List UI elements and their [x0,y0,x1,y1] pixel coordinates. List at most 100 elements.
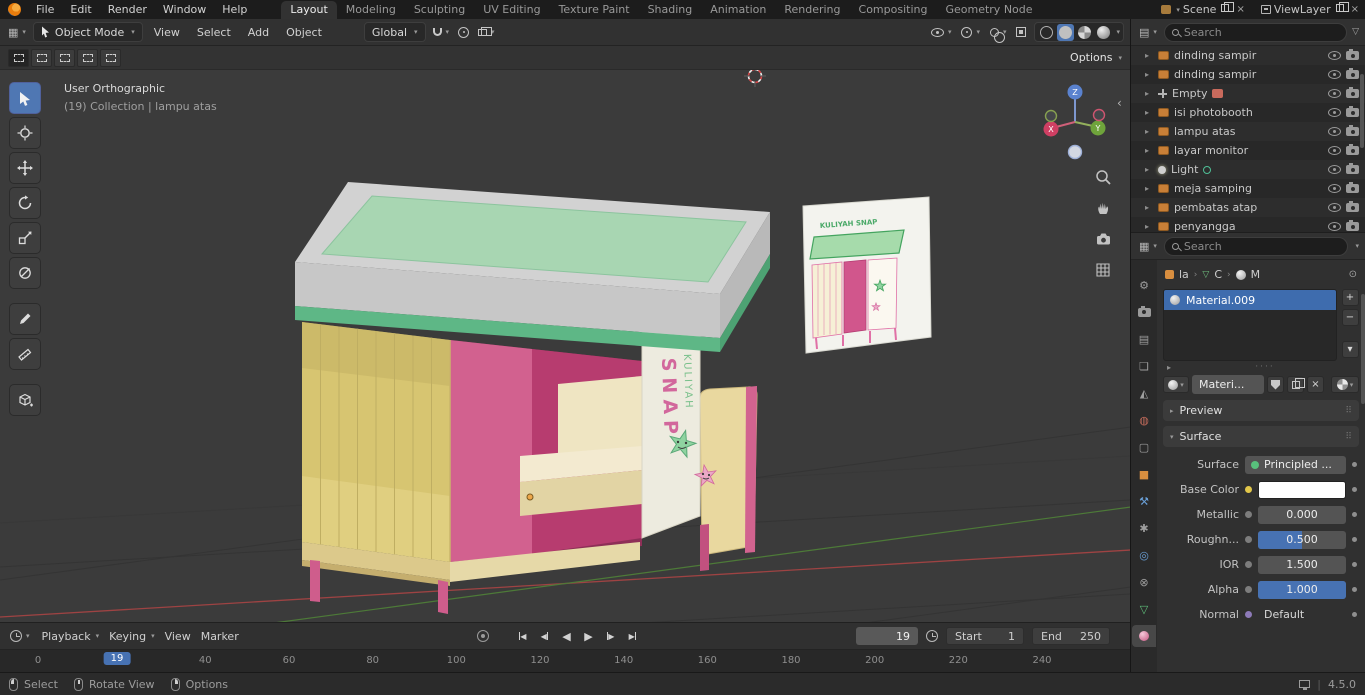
tab-tool[interactable]: ⚙ [1132,274,1156,296]
hide-in-viewport-eye-icon[interactable] [1328,89,1341,98]
remove-viewlayer-button[interactable]: × [1349,4,1361,15]
workspace-tab-compositing[interactable]: Compositing [850,1,937,19]
outliner-row[interactable]: ▸ dinding sampir [1131,65,1365,84]
play-reverse-button[interactable]: ◀ [557,627,576,645]
viewport-3d[interactable]: SNAP KULIYAH KULIYAH SNAP Z X Y Options … [0,46,1130,622]
animate-dot-icon[interactable] [1352,587,1357,592]
disable-in-render-camera-icon[interactable] [1346,125,1359,136]
outliner-row[interactable]: ▸ lampu atas [1131,122,1365,141]
disclosure-triangle-icon[interactable]: ▸ [1145,222,1153,231]
shading-wireframe-button[interactable] [1038,24,1055,41]
scene-icon[interactable] [1161,5,1172,14]
gizmo-x-axis[interactable]: X [1043,121,1059,137]
timeline-marker-menu[interactable]: Marker [201,630,239,643]
navigation-gizmo[interactable]: Z X Y [1043,84,1106,160]
menu-object[interactable]: Object [280,26,328,39]
timeline-editor-type-button[interactable]: ▾ [8,630,32,642]
playhead-current-frame[interactable]: 19 [103,652,131,665]
unlink-scene-button[interactable]: × [1234,4,1246,15]
menu-render[interactable]: Render [100,3,155,16]
disable-in-render-camera-icon[interactable] [1346,144,1359,155]
disclosure-triangle-icon[interactable]: ▸ [1145,70,1153,79]
auto-keying-toggle[interactable] [477,630,489,642]
tab-scene[interactable]: ◭ [1132,382,1156,404]
tab-collection[interactable]: ▢ [1132,436,1156,458]
viewlayer-name[interactable]: ViewLayer [1274,3,1331,16]
tab-material[interactable] [1132,625,1156,647]
tab-particles[interactable]: ✱ [1132,517,1156,539]
tab-constraints[interactable]: ⊗ [1132,571,1156,593]
viewlayer-icon[interactable] [1260,5,1271,14]
outliner-item-label[interactable]: meja samping [1174,182,1252,195]
workspace-tab-animation[interactable]: Animation [701,1,775,19]
zoom-button[interactable] [1090,164,1116,190]
outliner-row[interactable]: ▸ Empty [1131,84,1365,103]
disable-in-render-camera-icon[interactable] [1346,201,1359,212]
outliner-row[interactable]: ▸ meja samping [1131,179,1365,198]
hide-in-viewport-eye-icon[interactable] [1328,165,1341,174]
play-button[interactable]: ▶ [579,627,598,645]
tool-select-box[interactable] [9,82,41,114]
gizmo-minus-x[interactable] [1092,108,1106,122]
viewport-3d-scene[interactable]: SNAP KULIYAH KULIYAH SNAP Z X Y [0,46,1130,622]
editor-type-button[interactable]: ▦ ▾ [6,26,28,39]
surface-shader-field[interactable]: Principled ... [1245,455,1346,474]
tool-scale[interactable] [9,222,41,254]
disable-in-render-camera-icon[interactable] [1346,182,1359,193]
disable-in-render-camera-icon[interactable] [1346,220,1359,231]
keying-menu[interactable]: Keying ▾ [109,630,154,643]
outliner-row[interactable]: ▸ isi photobooth [1131,103,1365,122]
properties-search-input[interactable] [1183,239,1341,253]
shading-options-chevron-icon[interactable]: ▾ [1116,28,1120,36]
menu-help[interactable]: Help [214,3,255,16]
roughness-slider[interactable]: 0.500 [1258,530,1346,549]
tab-render[interactable] [1132,301,1156,323]
hide-in-viewport-eye-icon[interactable] [1328,70,1341,79]
hide-in-viewport-eye-icon[interactable] [1328,184,1341,193]
hide-in-viewport-eye-icon[interactable] [1328,222,1341,231]
slot-specials-button[interactable]: ▾ [1341,341,1359,358]
disable-in-render-camera-icon[interactable] [1346,106,1359,117]
scene-browse-chevron-icon[interactable]: ▾ [1176,6,1180,14]
reference-image-object[interactable]: KULIYAH SNAP [802,196,932,354]
tool-options-dropdown[interactable]: Options ▾ [1070,51,1122,64]
workspace-tab-rendering[interactable]: Rendering [775,1,849,19]
select-mode-invert-button[interactable] [77,48,98,67]
unlink-material-button[interactable]: × [1307,376,1324,393]
disclosure-triangle-icon[interactable]: ▸ [1145,146,1153,155]
outliner-item-label[interactable]: dinding sampir [1174,49,1256,62]
shading-solid-button[interactable] [1057,23,1075,41]
select-mode-subtract-button[interactable] [54,48,75,67]
timeline-ruler[interactable]: 0 20 40 60 80 100 120 140 160 180 200 22… [0,649,1130,672]
tab-modifiers[interactable]: ⚒ [1132,490,1156,512]
show-gizmo-dropdown[interactable]: ▾ [959,26,982,38]
shading-rendered-button[interactable] [1095,24,1112,41]
object-visibility-dropdown[interactable]: ▾ [929,27,954,37]
outliner-item-label[interactable]: lampu atas [1174,125,1236,138]
workspace-tab-layout[interactable]: Layout [281,1,337,19]
base-color-swatch[interactable] [1258,480,1346,499]
menu-add[interactable]: Add [242,26,275,39]
tab-object[interactable]: ■ [1132,463,1156,485]
new-scene-button[interactable] [1219,1,1235,15]
browse-material-button[interactable]: ▾ [1163,376,1189,393]
material-slot-selected[interactable]: Material.009 [1164,290,1336,310]
metallic-slider[interactable]: 0.000 [1258,505,1346,524]
hide-in-viewport-eye-icon[interactable] [1328,108,1341,117]
gizmo-y-axis[interactable]: Y [1090,120,1106,136]
previous-keyframe-button[interactable]: ◀ [535,627,554,645]
photobooth-model[interactable]: SNAP KULIYAH [295,182,770,614]
disable-in-render-camera-icon[interactable] [1346,68,1359,79]
filter-icon[interactable]: ▽ [1352,27,1359,37]
disable-in-render-camera-icon[interactable] [1346,49,1359,60]
outliner-item-label[interactable]: layar monitor [1174,144,1248,157]
tool-cursor[interactable] [9,117,41,149]
mode-dropdown[interactable]: Object Mode ▾ [32,22,143,42]
disclosure-triangle-icon[interactable]: ▸ [1145,51,1153,60]
show-overlays-dropdown[interactable]: ▾ [988,27,1009,43]
use-preview-range-icon[interactable] [926,630,938,642]
disclosure-triangle-icon[interactable]: ▸ [1145,165,1153,174]
tab-output[interactable]: ▤ [1132,328,1156,350]
gizmo-z-axis[interactable]: Z [1067,84,1083,100]
outliner-row[interactable]: ▸ penyangga [1131,217,1365,232]
